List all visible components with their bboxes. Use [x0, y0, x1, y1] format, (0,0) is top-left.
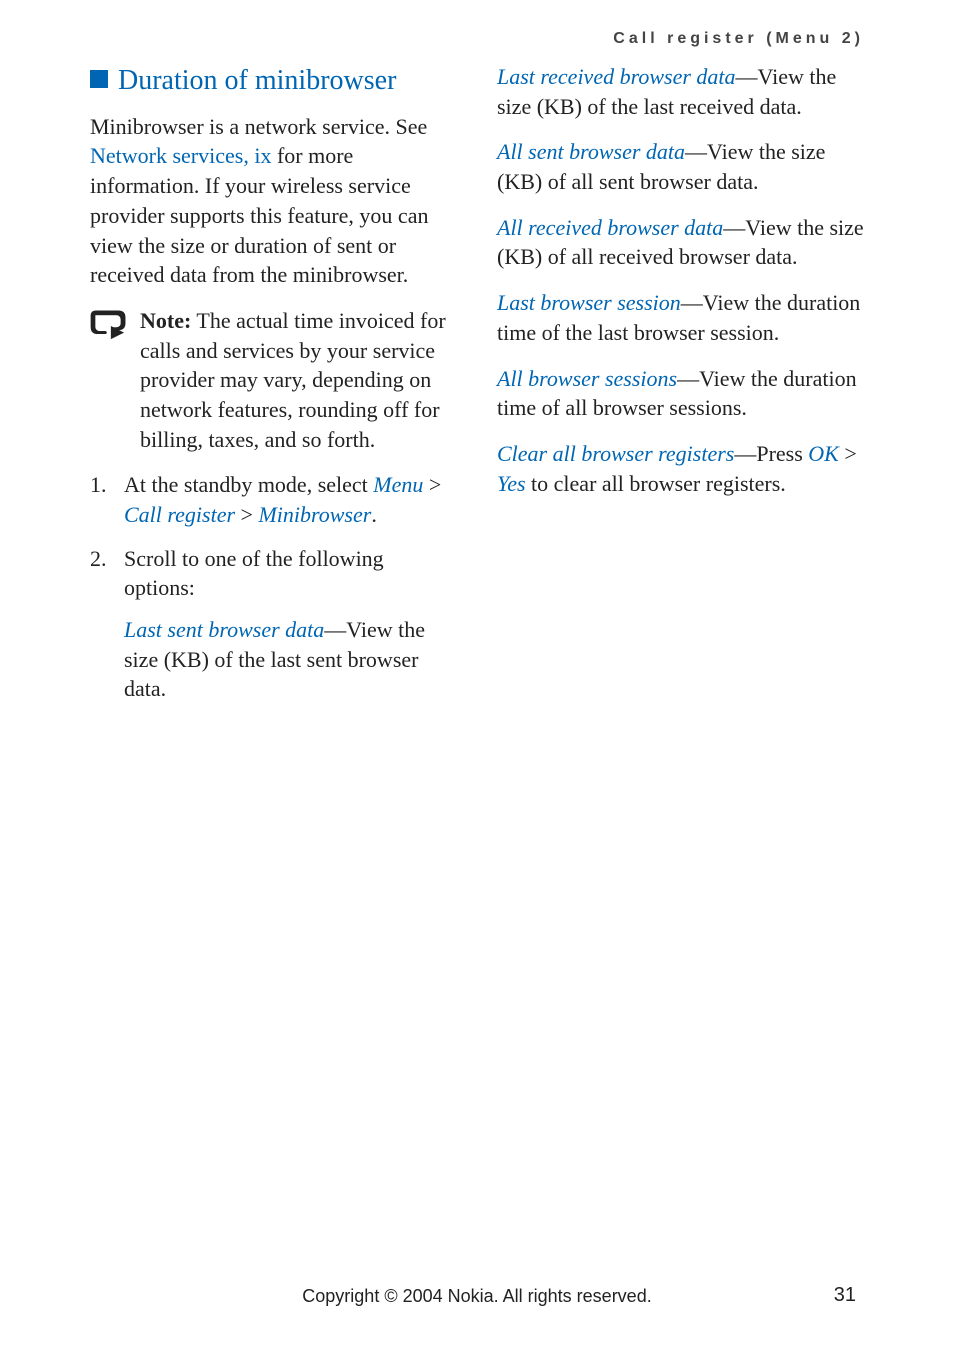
menu-path-call-register: Call register: [124, 502, 235, 527]
opt-clear-yes: Yes: [497, 471, 526, 496]
heading-text: Duration of minibrowser: [118, 62, 396, 100]
heading-bullet-icon: [90, 70, 108, 88]
two-column-layout: Duration of minibrowser Minibrowser is a…: [90, 62, 864, 718]
note-arrow-icon: [90, 310, 128, 342]
opt-clear-pre: —Press: [734, 441, 808, 466]
opt-clear-label: Clear all browser registers: [497, 441, 734, 466]
menu-path-menu: Menu: [373, 472, 423, 497]
opt-all-sessions-label: All browser sessions: [497, 366, 677, 391]
step-1-body: At the standby mode, select Menu > Call …: [124, 470, 457, 529]
menu-path-minibrowser: Minibrowser: [258, 502, 371, 527]
step-2-number: 2.: [90, 544, 114, 704]
opt-clear-post: to clear all browser registers.: [526, 471, 786, 496]
intro-paragraph: Minibrowser is a network service. See Ne…: [90, 112, 457, 290]
opt-all-recv: All received browser data—View the size …: [497, 213, 864, 272]
step1-post: .: [371, 502, 377, 527]
opt-last-sent-label: Last sent browser data: [124, 617, 324, 642]
intro-pre: Minibrowser is a network service. See: [90, 114, 427, 139]
opt-clear-gt: >: [839, 441, 857, 466]
step1-pre: At the standby mode, select: [124, 472, 373, 497]
opt-last-recv: Last received browser data—View the size…: [497, 62, 864, 121]
opt-all-sent: All sent browser data—View the size (KB)…: [497, 137, 864, 196]
left-column: Duration of minibrowser Minibrowser is a…: [90, 62, 457, 718]
gt1: >: [423, 472, 441, 497]
note-text: Note: The actual time invoiced for calls…: [140, 306, 457, 454]
right-column: Last received browser data—View the size…: [497, 62, 864, 718]
step-2-body: Scroll to one of the following options: …: [124, 544, 457, 704]
opt-clear: Clear all browser registers—Press OK > Y…: [497, 439, 864, 498]
opt-last-session: Last browser session—View the duration t…: [497, 288, 864, 347]
step-1-number: 1.: [90, 470, 114, 529]
step2-text: Scroll to one of the following options:: [124, 546, 384, 601]
gt2: >: [235, 502, 258, 527]
opt-last-session-label: Last browser session: [497, 290, 681, 315]
opt-all-recv-label: All received browser data: [497, 215, 723, 240]
network-services-link[interactable]: Network services, ix: [90, 143, 271, 168]
note-label: Note:: [140, 308, 191, 333]
opt-last-recv-label: Last received browser data: [497, 64, 736, 89]
running-header: Call register (Menu 2): [90, 30, 864, 48]
page-number: 31: [834, 1284, 856, 1307]
section-heading: Duration of minibrowser: [90, 62, 457, 100]
note-block: Note: The actual time invoiced for calls…: [90, 306, 457, 454]
copyright-footer: Copyright © 2004 Nokia. All rights reser…: [0, 1286, 954, 1307]
opt-clear-ok: OK: [808, 441, 839, 466]
opt-all-sessions: All browser sessions—View the duration t…: [497, 364, 864, 423]
step-2: 2. Scroll to one of the following option…: [90, 544, 457, 704]
step-1: 1. At the standby mode, select Menu > Ca…: [90, 470, 457, 529]
opt-all-sent-label: All sent browser data: [497, 139, 685, 164]
opt-last-sent: Last sent browser data—View the size (KB…: [124, 615, 457, 704]
